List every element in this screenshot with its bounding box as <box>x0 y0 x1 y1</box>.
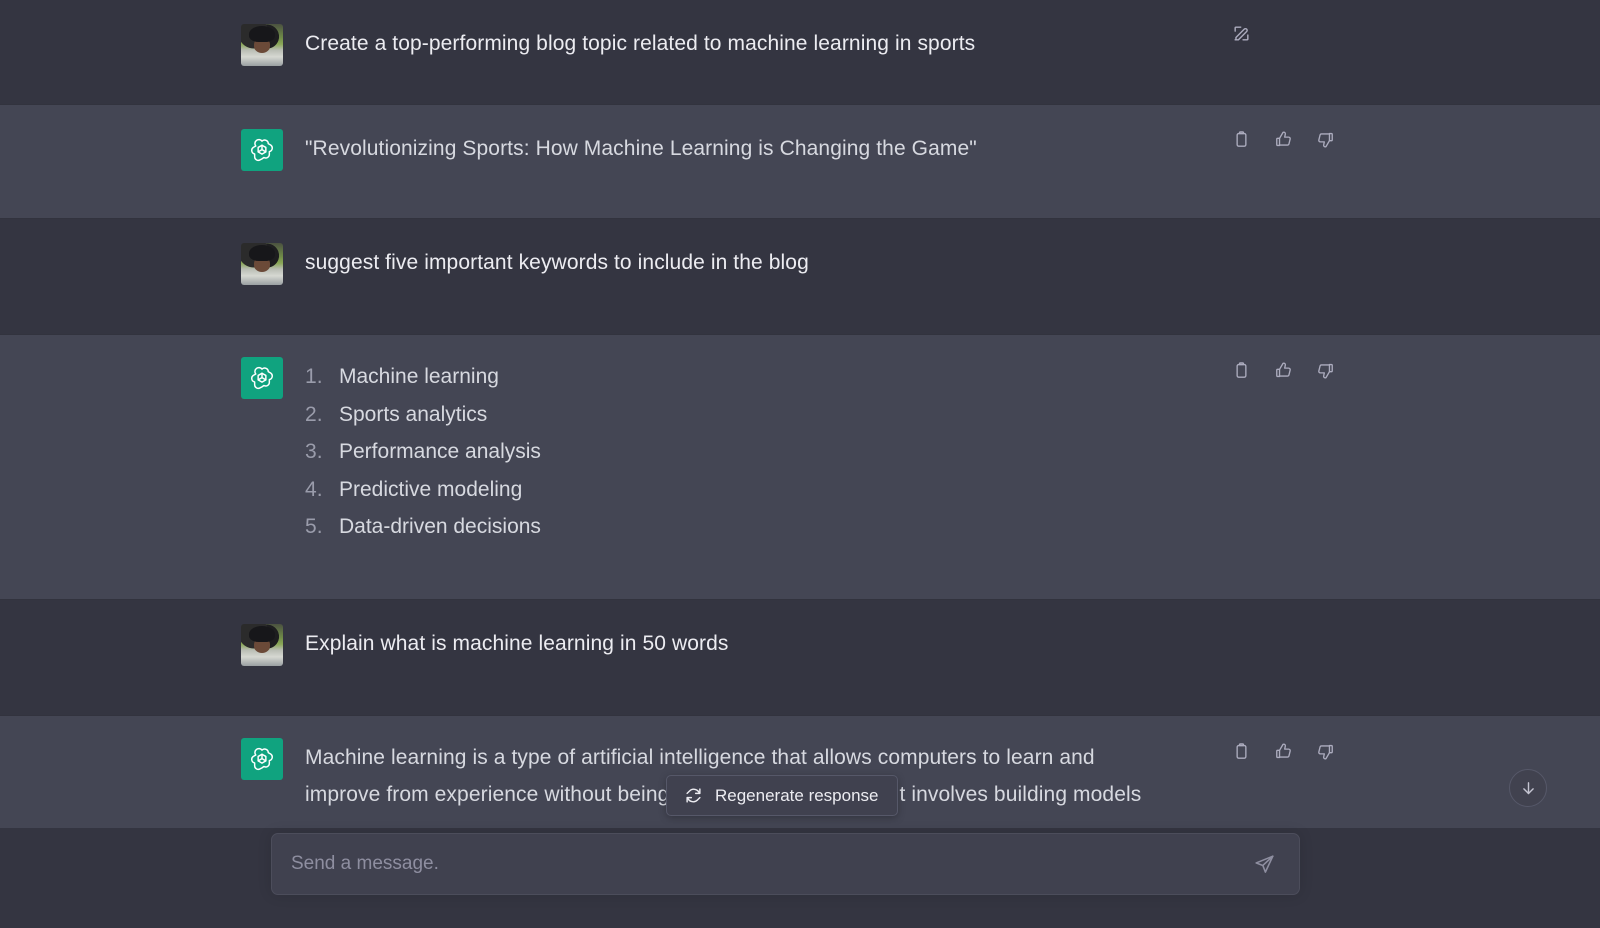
message-content: "Revolutionizing Sports: How Machine Lea… <box>305 129 1600 194</box>
thumbs-down-icon[interactable] <box>1312 126 1338 152</box>
avatar-column <box>0 24 305 80</box>
user-photo-avatar <box>241 243 283 285</box>
user-photo-avatar <box>241 624 283 666</box>
regenerate-response-button[interactable]: Regenerate response <box>666 775 898 816</box>
message-input[interactable] <box>291 853 1249 875</box>
chatgpt-logo-icon <box>241 738 283 780</box>
thumbs-up-icon[interactable] <box>1270 738 1296 764</box>
message-row-user: Explain what is machine learning in 50 w… <box>0 600 1600 715</box>
message-content: Explain what is machine learning in 50 w… <box>305 624 1600 691</box>
message-content: Machine learning Sports analytics Perfor… <box>305 357 1600 575</box>
thumbs-down-icon[interactable] <box>1312 738 1338 764</box>
copy-icon[interactable] <box>1228 738 1254 764</box>
user-photo-avatar <box>241 24 283 66</box>
message-text: "Revolutionizing Sports: How Machine Lea… <box>305 137 977 160</box>
message-content: suggest five important keywords to inclu… <box>305 243 1600 310</box>
message-actions <box>1228 357 1338 383</box>
message-actions <box>1228 738 1338 764</box>
refresh-icon <box>686 788 701 803</box>
list-item: Data-driven decisions <box>305 508 541 545</box>
thumbs-down-icon[interactable] <box>1312 357 1338 383</box>
message-row-user: Create a top-performing blog topic relat… <box>0 0 1600 104</box>
avatar-column <box>0 624 305 691</box>
message-text: Create a top-performing blog topic relat… <box>305 32 976 55</box>
thumbs-up-icon[interactable] <box>1270 126 1296 152</box>
avatar-column <box>0 129 305 194</box>
avatar-column <box>0 357 305 575</box>
keyword-list: Machine learning Sports analytics Perfor… <box>305 358 1570 546</box>
scroll-to-bottom-button[interactable] <box>1509 769 1547 807</box>
list-item: Performance analysis <box>305 433 541 470</box>
avatar-column <box>0 243 305 310</box>
message-row-assistant: "Revolutionizing Sports: How Machine Lea… <box>0 104 1600 219</box>
chatgpt-logo-icon <box>241 129 283 171</box>
message-text: suggest five important keywords to inclu… <box>305 251 809 274</box>
copy-icon[interactable] <box>1228 126 1254 152</box>
list-item: Sports analytics <box>305 396 488 433</box>
thumbs-up-icon[interactable] <box>1270 357 1296 383</box>
message-row-assistant: Machine learning Sports analytics Perfor… <box>0 334 1600 600</box>
chatgpt-logo-icon <box>241 357 283 399</box>
chatgpt-window: Create a top-performing blog topic relat… <box>0 0 1600 928</box>
message-actions <box>1228 126 1338 152</box>
copy-icon[interactable] <box>1228 357 1254 383</box>
list-item: Predictive modeling <box>305 471 523 508</box>
message-composer[interactable] <box>271 833 1300 895</box>
message-actions <box>1228 20 1254 46</box>
regenerate-label: Regenerate response <box>715 785 879 805</box>
arrow-down-icon <box>1522 781 1534 794</box>
send-icon[interactable] <box>1249 849 1279 879</box>
message-content: Create a top-performing blog topic relat… <box>305 24 1600 80</box>
message-row-user: suggest five important keywords to inclu… <box>0 219 1600 334</box>
list-item: Machine learning <box>305 358 499 395</box>
message-text: Explain what is machine learning in 50 w… <box>305 632 729 655</box>
edit-icon[interactable] <box>1228 20 1254 46</box>
